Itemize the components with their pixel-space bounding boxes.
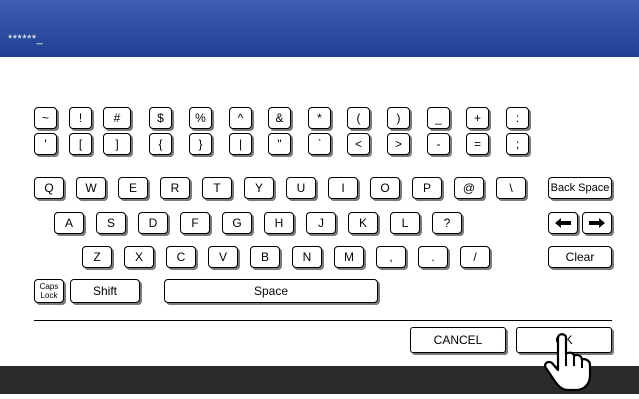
key-j[interactable]: J [306, 212, 336, 234]
key-percent[interactable]: % [189, 107, 212, 129]
key-d[interactable]: D [138, 212, 168, 234]
key-m[interactable]: M [334, 246, 364, 268]
key-hash[interactable]: # [103, 107, 131, 129]
key-g[interactable]: G [222, 212, 252, 234]
key-comma[interactable]: , [376, 246, 406, 268]
key-equals[interactable]: = [466, 133, 489, 155]
clear-button[interactable]: Clear [548, 246, 612, 268]
key-v[interactable]: V [208, 246, 238, 268]
key-y[interactable]: Y [244, 177, 274, 199]
key-a[interactable]: A [54, 212, 84, 234]
caps-label-line2: Lock [40, 291, 58, 300]
key-colon[interactable]: : [506, 107, 529, 129]
key-greater-than[interactable]: > [387, 133, 410, 155]
key-caret[interactable]: ^ [229, 107, 252, 129]
key-at[interactable]: @ [454, 177, 484, 199]
right-arrow-icon [589, 218, 605, 228]
caps-label-line1: Caps [39, 282, 59, 291]
key-underscore[interactable]: _ [427, 107, 450, 129]
key-slash[interactable]: / [460, 246, 490, 268]
key-apostrophe[interactable]: ' [34, 133, 57, 155]
keyboard [0, 57, 639, 365]
key-u[interactable]: U [286, 177, 316, 199]
key-p[interactable]: P [412, 177, 442, 199]
key-c[interactable]: C [166, 246, 196, 268]
key-z[interactable]: Z [82, 246, 112, 268]
key-minus[interactable]: - [427, 133, 450, 155]
key-semicolon[interactable]: ; [506, 133, 529, 155]
key-open-bracket[interactable]: [ [69, 133, 92, 155]
cursor-left-button[interactable] [548, 212, 578, 234]
key-q[interactable]: Q [34, 177, 64, 199]
key-tilde[interactable]: ~ [34, 107, 57, 129]
key-asterisk[interactable]: * [308, 107, 331, 129]
key-r[interactable]: R [160, 177, 190, 199]
key-o[interactable]: O [370, 177, 400, 199]
key-b[interactable]: B [250, 246, 280, 268]
key-double-quote[interactable]: " [268, 133, 291, 155]
input-field[interactable]: ******_ [8, 33, 43, 45]
key-open-paren[interactable]: ( [347, 107, 370, 129]
key-close-bracket[interactable]: ] [103, 133, 131, 155]
key-backslash[interactable]: \ [496, 177, 526, 199]
key-close-paren[interactable]: ) [387, 107, 410, 129]
caps-lock-key[interactable]: Caps Lock [34, 279, 64, 303]
key-f[interactable]: F [180, 212, 210, 234]
shift-key[interactable]: Shift [70, 279, 140, 303]
space-key[interactable]: Space [164, 279, 378, 303]
key-ampersand[interactable]: & [268, 107, 291, 129]
key-period[interactable]: . [418, 246, 448, 268]
divider [34, 320, 612, 321]
key-t[interactable]: T [202, 177, 232, 199]
key-open-brace[interactable]: { [149, 133, 172, 155]
key-backspace[interactable]: Back Space [548, 177, 612, 199]
key-h[interactable]: H [264, 212, 294, 234]
key-i[interactable]: I [328, 177, 358, 199]
cursor-right-button[interactable] [582, 212, 612, 234]
key-e[interactable]: E [118, 177, 148, 199]
input-bar: ******_ [0, 0, 639, 57]
key-pipe[interactable]: | [229, 133, 252, 155]
key-exclamation[interactable]: ! [69, 107, 92, 129]
left-arrow-icon [555, 218, 571, 228]
key-question[interactable]: ? [432, 212, 462, 234]
key-dollar[interactable]: $ [149, 107, 172, 129]
key-x[interactable]: X [124, 246, 154, 268]
key-l[interactable]: L [390, 212, 420, 234]
key-close-brace[interactable]: } [189, 133, 212, 155]
key-w[interactable]: W [76, 177, 106, 199]
key-plus[interactable]: + [466, 107, 489, 129]
key-backtick[interactable]: ` [308, 133, 331, 155]
key-n[interactable]: N [292, 246, 322, 268]
key-k[interactable]: K [348, 212, 378, 234]
cancel-button[interactable]: CANCEL [410, 327, 506, 353]
hand-pointer-icon [540, 330, 600, 399]
key-s[interactable]: S [96, 212, 126, 234]
key-less-than[interactable]: < [347, 133, 370, 155]
